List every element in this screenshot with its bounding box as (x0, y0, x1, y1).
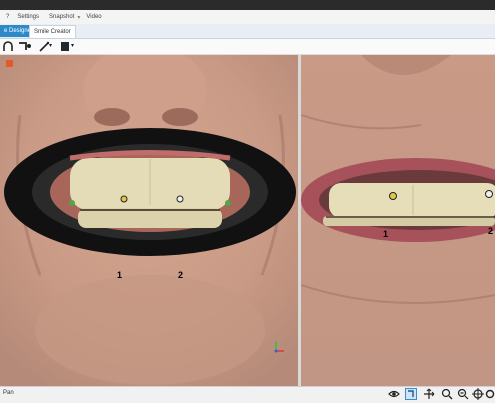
transform-tool-glyph (19, 42, 31, 50)
zoom-out-glyph (457, 388, 469, 400)
swatch-glyph (61, 42, 69, 51)
marker-1-label: 1 (117, 270, 123, 280)
ruler-glyph (408, 390, 414, 397)
menu-item-help[interactable]: ? (6, 14, 9, 20)
zoom-in-glyph (441, 388, 453, 400)
closeup-marker-2-label: 2 (488, 226, 494, 236)
ruler-icon[interactable] (405, 388, 417, 400)
swatch-dropdown-icon[interactable]: ▾ (71, 41, 77, 52)
menu-bar: ? Settings Snapshot ▾ Video (0, 10, 495, 25)
settings-glyph (485, 389, 495, 399)
eye-glyph (388, 390, 400, 398)
menu-item-settings[interactable]: Settings (17, 14, 39, 20)
move-icon[interactable] (423, 388, 435, 400)
zoom-out-icon[interactable] (457, 388, 469, 400)
settings-icon[interactable] (485, 388, 495, 400)
status-bar: Pan (0, 386, 495, 401)
closeup-photo (301, 55, 495, 386)
closeup-marker-1-label: 1 (383, 229, 389, 239)
arc-tool-glyph (3, 41, 13, 51)
transform-tool-icon[interactable] (18, 41, 32, 52)
frontal-photo-viewport[interactable]: 1 2 (0, 55, 298, 386)
eye-icon[interactable] (388, 388, 400, 400)
tab-smile-creator[interactable]: Smile Creator (29, 25, 76, 38)
crosshair-glyph (472, 388, 484, 400)
marker-2-label: 2 (178, 270, 184, 280)
zoom-in-icon[interactable] (441, 388, 453, 400)
frontal-photo (0, 55, 298, 386)
tab-bar: e Designer Smile Creator (0, 24, 495, 39)
arc-tool-icon[interactable] (2, 41, 14, 52)
menu-item-video[interactable]: Video (86, 14, 101, 20)
snapshot-dropdown-icon[interactable]: ▾ (77, 14, 80, 21)
move-glyph (424, 388, 435, 399)
pen-dropdown-icon[interactable]: ▾ (49, 41, 55, 52)
swatch-icon[interactable] (60, 41, 70, 52)
title-bar (0, 0, 495, 10)
menu-item-snapshot[interactable]: Snapshot (49, 14, 74, 20)
toolbar: ▾ ▾ (0, 39, 495, 55)
closeup-photo-viewport[interactable]: 1 2 (301, 55, 495, 386)
status-text: Pan (3, 390, 14, 396)
crosshair-icon[interactable] (472, 388, 484, 400)
